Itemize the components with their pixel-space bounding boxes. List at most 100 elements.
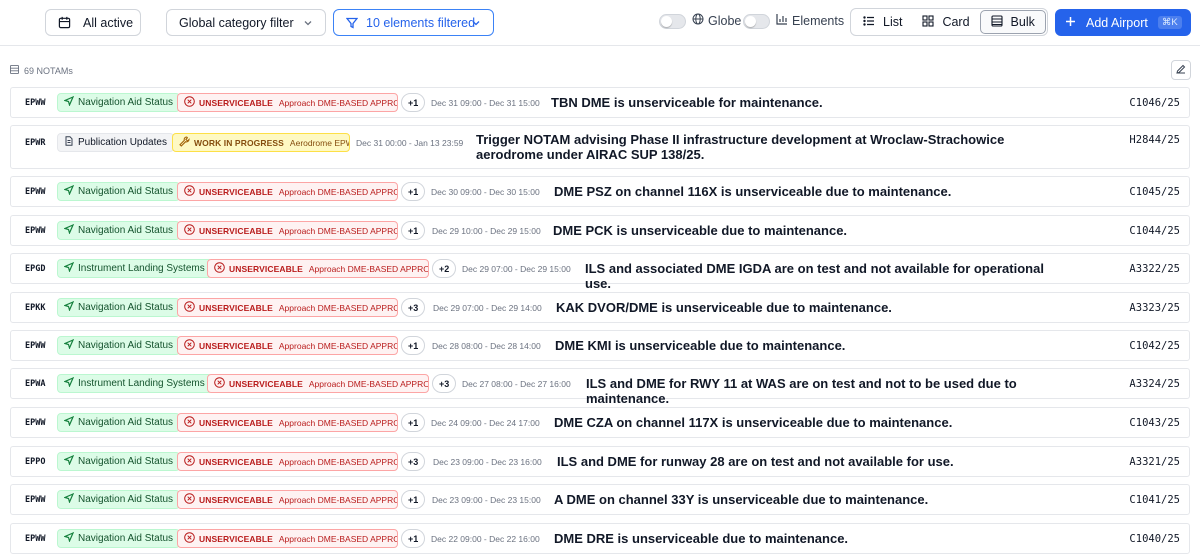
extra-count-badge[interactable]: +1 [401,182,426,201]
active-filter-button[interactable]: All active [45,9,141,36]
category-label: Navigation Aid Status [78,417,174,428]
edit-button[interactable] [1171,60,1191,80]
icao-code: EPGD [25,264,46,274]
add-airport-button[interactable]: Add Airport ⌘K [1055,9,1191,36]
validity-dates: Dec 31 00:00 - Jan 13 23:59 [356,138,464,148]
notam-row[interactable]: EPWW Navigation Aid Status UNSERVICEABLE Ap… [10,176,1190,207]
category-badge[interactable]: Navigation Aid Status [57,182,181,201]
category-badge[interactable]: Navigation Aid Status [57,529,181,548]
notam-row[interactable]: EPWW Navigation Aid Status UNSERVICEABLE Ap… [10,407,1190,438]
icao-code: EPWW [25,418,46,428]
x-circle-icon [184,493,195,506]
notam-row[interactable]: EPWW Navigation Aid Status UNSERVICEABLE Ap… [10,215,1190,246]
notam-id[interactable]: A3324/25 [1129,378,1180,390]
notam-row[interactable]: EPKK Navigation Aid Status UNSERVICEABLE Ap… [10,292,1190,323]
navigation-icon [63,184,75,198]
notam-text: DME PCK is unserviceable due to maintena… [553,223,848,238]
status-badge[interactable]: UNSERVICEABLE Approach DME-BASED APPRO... [177,452,398,471]
status-detail: Approach DME-BASED APPRO... [278,186,398,197]
notam-text: ILS and associated DME IGDA are on test … [585,261,1044,291]
notam-id[interactable]: C1043/25 [1129,417,1180,429]
notam-id[interactable]: A3322/25 [1129,263,1180,275]
category-badge[interactable]: Instrument Landing Systems [57,259,212,278]
elements-toggle[interactable] [743,14,770,29]
notam-row[interactable]: EPPO Navigation Aid Status UNSERVICEABLE Ap… [10,446,1190,477]
validity-dates: Dec 30 09:00 - Dec 30 15:00 [431,187,540,197]
status-detail: Approach DME-BASED APPRO... [278,97,398,108]
status-badge[interactable]: WORK IN PROGRESS Aerodrome EPWR [172,133,350,152]
chevron-down-icon [303,18,313,28]
status-badge[interactable]: UNSERVICEABLE Approach DME-BASED APPRO... [177,336,398,355]
category-badge[interactable]: Navigation Aid Status [57,452,181,471]
extra-count-badge[interactable]: +3 [401,298,426,317]
globe-toggle-label: Globe [692,13,741,28]
category-badge[interactable]: Instrument Landing Systems [57,374,212,393]
notam-id[interactable]: C1046/25 [1129,97,1180,109]
status-label: UNSERVICEABLE [229,378,303,389]
status-badge[interactable]: UNSERVICEABLE Approach DME-BASED APPRO... [177,490,398,509]
notam-id[interactable]: C1044/25 [1129,225,1180,237]
status-badge[interactable]: UNSERVICEABLE Approach DME-BASED APPRO... [177,413,398,432]
status-badge[interactable]: UNSERVICEABLE Approach DME-BASED APPRO... [177,298,398,317]
notam-id[interactable]: C1041/25 [1129,494,1180,506]
notam-count: 69 NOTAMs [10,65,73,76]
status-detail: Approach DME-BASED APPRO... [278,533,398,544]
view-list-button[interactable]: List [853,10,912,34]
status-badge[interactable]: UNSERVICEABLE Approach DME-BASED APPRO... [207,259,429,278]
status-label: UNSERVICEABLE [199,456,273,467]
notam-row[interactable]: EPWA Instrument Landing Systems UNSERVICEA… [10,368,1190,406]
status-badge[interactable]: UNSERVICEABLE Approach DME-BASED APPRO... [207,374,429,393]
validity-dates: Dec 31 09:00 - Dec 31 15:00 [431,98,540,108]
extra-count-badge[interactable]: +2 [432,259,457,278]
notam-id[interactable]: C1045/25 [1129,186,1180,198]
globe-toggle[interactable] [659,14,686,29]
notam-row[interactable]: EPWW Navigation Aid Status UNSERVICEABLE Ap… [10,330,1190,361]
status-badge[interactable]: UNSERVICEABLE Approach DME-BASED APPRO... [177,93,398,112]
notam-row[interactable]: EPWR Publication Updates WORK IN PROGRESS A… [10,125,1190,169]
view-card-button[interactable]: Card [912,10,979,34]
notam-row[interactable]: EPWW Navigation Aid Status UNSERVICEABLE Ap… [10,87,1190,118]
status-badge[interactable]: UNSERVICEABLE Approach DME-BASED APPRO... [177,221,398,240]
view-bulk-button[interactable]: Bulk [979,10,1046,34]
category-label: Publication Updates [78,137,167,148]
extra-count-badge[interactable]: +1 [401,93,426,112]
elements-filter-dropdown[interactable]: 10 elements filtered [333,9,494,36]
notam-text: ILS and DME for RWY 11 at WAS are on tes… [586,376,1017,406]
category-badge[interactable]: Navigation Aid Status [57,93,181,112]
filter-icon [346,17,358,29]
notam-id[interactable]: A3321/25 [1129,456,1180,468]
status-label: UNSERVICEABLE [199,494,273,505]
extra-count-badge[interactable]: +1 [401,336,426,355]
status-badge[interactable]: UNSERVICEABLE Approach DME-BASED APPRO... [177,529,398,548]
extra-count-badge[interactable]: +3 [401,452,426,471]
category-badge[interactable]: Navigation Aid Status [57,221,181,240]
notam-id[interactable]: C1040/25 [1129,533,1180,545]
notam-row[interactable]: EPWW Navigation Aid Status UNSERVICEABLE Ap… [10,523,1190,554]
status-detail: Approach DME-BASED APPRO... [278,494,398,505]
category-badge[interactable]: Navigation Aid Status [57,336,181,355]
category-label: Instrument Landing Systems [78,378,205,389]
extra-count-badge[interactable]: +1 [401,413,426,432]
category-badge[interactable]: Publication Updates [57,133,174,152]
category-badge[interactable]: Navigation Aid Status [57,413,181,432]
notam-row[interactable]: EPWW Navigation Aid Status UNSERVICEABLE Ap… [10,484,1190,515]
category-badge[interactable]: Navigation Aid Status [57,298,181,317]
icao-code: EPWW [25,495,46,505]
icao-code: EPWW [25,341,46,351]
status-detail: Approach DME-BASED APPRO... [278,302,398,313]
status-badge[interactable]: UNSERVICEABLE Approach DME-BASED APPRO... [177,182,398,201]
notam-id[interactable]: C1042/25 [1129,340,1180,352]
extra-count-badge[interactable]: +1 [401,490,426,509]
validity-dates: Dec 23 09:00 - Dec 23 15:00 [432,495,541,505]
category-badge[interactable]: Navigation Aid Status [57,490,181,509]
toolbar: All active Global category filter 10 ele… [0,0,1200,46]
x-circle-icon [214,262,225,275]
category-filter-label: Global category filter [179,15,294,30]
extra-count-badge[interactable]: +1 [401,221,426,240]
notam-id[interactable]: H2844/25 [1129,134,1180,146]
extra-count-badge[interactable]: +1 [401,529,426,548]
notam-id[interactable]: A3323/25 [1129,302,1180,314]
notam-row[interactable]: EPGD Instrument Landing Systems UNSERVICEA… [10,253,1190,291]
category-filter-dropdown[interactable]: Global category filter [166,9,326,36]
extra-count-badge[interactable]: +3 [432,374,457,393]
